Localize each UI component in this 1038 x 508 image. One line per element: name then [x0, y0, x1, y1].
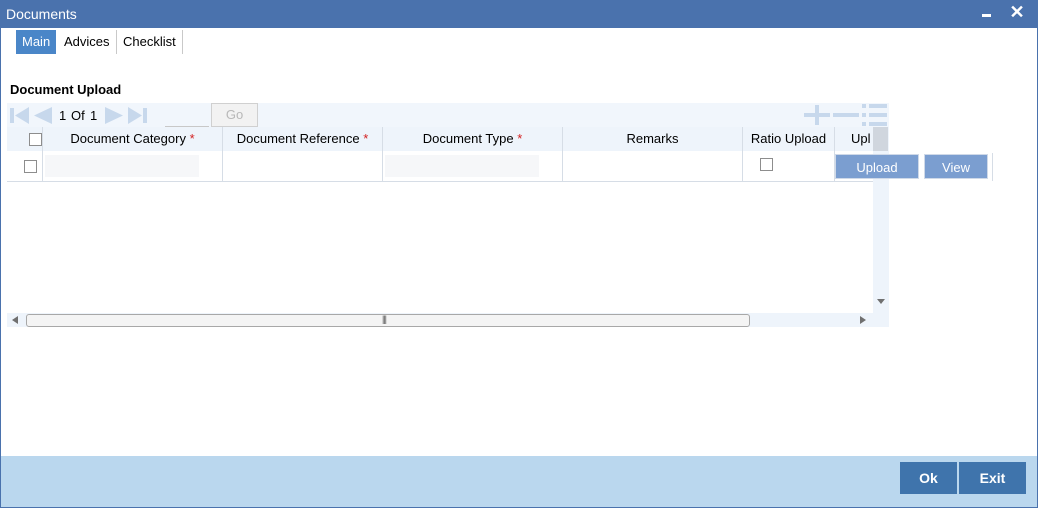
last-page-icon[interactable]: [127, 106, 149, 124]
single-view-icon[interactable]: [862, 103, 888, 127]
tab-main[interactable]: Main: [16, 30, 57, 54]
column-header-upload: Upl: [851, 131, 871, 146]
document-type-cell: [383, 151, 563, 181]
pager-total: 1: [90, 108, 98, 123]
table-row: [7, 151, 873, 182]
go-button[interactable]: Go: [211, 103, 258, 127]
document-reference-cell[interactable]: [223, 151, 383, 181]
add-row-icon[interactable]: [804, 105, 830, 125]
ratio-upload-cell: [743, 151, 835, 181]
select-all-checkbox[interactable]: [29, 133, 42, 146]
vertical-scroll-thumb[interactable]: [873, 127, 888, 151]
column-header-document-type: Document Type *: [383, 127, 563, 151]
scroll-left-arrow-icon[interactable]: [12, 316, 18, 324]
document-category-field[interactable]: [45, 155, 199, 177]
ok-button[interactable]: Ok: [900, 462, 957, 494]
delete-row-icon[interactable]: [833, 105, 859, 125]
scroll-down-arrow-icon[interactable]: [877, 299, 885, 305]
document-category-cell: [43, 151, 223, 181]
exit-button[interactable]: Exit: [959, 462, 1026, 494]
pager-of-label: Of: [71, 108, 85, 123]
window-title: Documents: [6, 6, 77, 22]
horizontal-scroll-thumb[interactable]: |||: [26, 314, 750, 327]
grid-header: Document Category * Document Reference *…: [7, 127, 873, 151]
tab-advices[interactable]: Advices: [58, 30, 117, 54]
scroll-right-arrow-icon[interactable]: [860, 316, 866, 324]
pager-toolbar: 1 Of 1 Go: [7, 103, 889, 127]
grid-body: Document Category * Document Reference *…: [7, 127, 873, 313]
select-all-cell: [7, 127, 43, 151]
documents-window: Documents ✕ Main Advices Checklist Docum…: [0, 0, 1038, 508]
row-select-checkbox[interactable]: [24, 160, 37, 173]
column-header-remarks: Remarks: [563, 127, 743, 151]
view-button[interactable]: View: [924, 154, 988, 179]
first-page-icon[interactable]: [10, 106, 30, 124]
document-upload-grid: 1 Of 1 Go Document Category * Document R…: [7, 103, 889, 327]
remarks-cell[interactable]: [563, 151, 743, 181]
tab-checklist[interactable]: Checklist: [117, 30, 183, 54]
upload-button[interactable]: Upload: [835, 154, 919, 179]
previous-page-icon[interactable]: [32, 106, 54, 124]
pager-current: 1: [59, 108, 67, 123]
row-select-cell: [7, 151, 43, 181]
minimize-icon[interactable]: [976, 1, 998, 25]
column-header-ratio-upload: Ratio Upload: [743, 127, 835, 151]
ratio-upload-checkbox[interactable]: [760, 158, 773, 171]
column-header-document-reference: Document Reference *: [223, 127, 383, 151]
next-page-icon[interactable]: [103, 106, 125, 124]
horizontal-scrollbar[interactable]: |||: [7, 313, 873, 327]
section-title: Document Upload: [10, 82, 122, 97]
title-bar: Documents ✕: [1, 1, 1037, 28]
close-icon[interactable]: ✕: [1006, 1, 1028, 25]
column-header-document-category: Document Category *: [43, 127, 223, 151]
document-type-field[interactable]: [385, 155, 539, 177]
row-divider: [992, 153, 993, 181]
page-number-input[interactable]: [165, 106, 209, 127]
footer-bar: Ok Exit: [1, 456, 1037, 507]
